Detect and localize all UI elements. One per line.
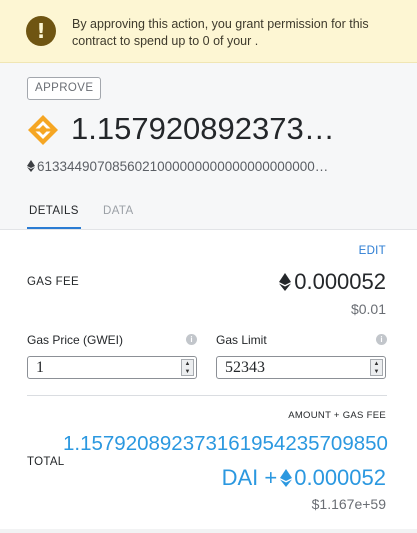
- eth-value: 6133449070856021000000000000000000000…: [37, 159, 329, 174]
- total-token-suffix: DAI +: [221, 465, 278, 490]
- details-panel: EDIT GAS FEE 0.000052 $0.01 Gas Price (G…: [0, 230, 417, 533]
- action-chip: APPROVE: [27, 77, 102, 100]
- divider: [27, 395, 387, 396]
- info-icon[interactable]: i: [376, 334, 387, 345]
- gas-limit-field[interactable]: ▲ ▼: [216, 356, 386, 379]
- eth-icon: [280, 469, 293, 487]
- gas-fee-label: GAS FEE: [27, 276, 79, 288]
- stepper-down-icon[interactable]: ▼: [371, 368, 382, 376]
- eth-icon: [279, 273, 292, 291]
- info-icon[interactable]: i: [186, 334, 197, 345]
- total-amount: 1.157920892373161954235709850: [63, 432, 388, 455]
- stepper-up-icon[interactable]: ▲: [182, 360, 193, 368]
- total-gas-row: DAI + 0.000052: [222, 464, 386, 491]
- tab-data[interactable]: DATA: [103, 204, 134, 229]
- confirm-summary: APPROVE 1.157920892373… 6133449070856021…: [0, 63, 417, 230]
- gas-limit-label: Gas Limit: [216, 333, 267, 347]
- gas-fee-usd: $0.01: [350, 301, 386, 317]
- eth-icon: [27, 160, 35, 172]
- stepper-down-icon[interactable]: ▼: [182, 368, 193, 376]
- stepper-up-icon[interactable]: ▲: [371, 360, 382, 368]
- footer-strip: [0, 529, 417, 533]
- warning-banner: ! By approving this action, you grant pe…: [0, 0, 417, 63]
- edit-button[interactable]: EDIT: [359, 245, 386, 257]
- token-amount: 1.157920892373…: [71, 111, 335, 146]
- gas-fee-value-row: 0.000052: [279, 268, 386, 295]
- gas-limit-input[interactable]: [217, 357, 367, 378]
- gas-price-stepper[interactable]: ▲ ▼: [181, 359, 194, 376]
- gas-price-label: Gas Price (GWEI): [27, 333, 124, 347]
- gas-price-input[interactable]: [28, 357, 178, 378]
- gas-fee-value: 0.000052: [294, 269, 386, 294]
- amount-plus-gas-label: AMOUNT + GAS FEE: [288, 410, 386, 421]
- total-gas-value: 0.000052: [294, 465, 386, 490]
- total-usd: $1.167e+59: [311, 496, 386, 512]
- tab-details[interactable]: DETAILS: [27, 204, 81, 229]
- dai-token-icon: [28, 115, 58, 145]
- gas-price-field[interactable]: ▲ ▼: [27, 356, 197, 379]
- exclamation-icon: !: [26, 16, 56, 46]
- gas-limit-stepper[interactable]: ▲ ▼: [370, 359, 383, 376]
- warning-text: By approving this action, you grant perm…: [72, 17, 369, 48]
- eth-value-row: 6133449070856021000000000000000000000…: [27, 158, 387, 176]
- total-label: TOTAL: [27, 456, 65, 468]
